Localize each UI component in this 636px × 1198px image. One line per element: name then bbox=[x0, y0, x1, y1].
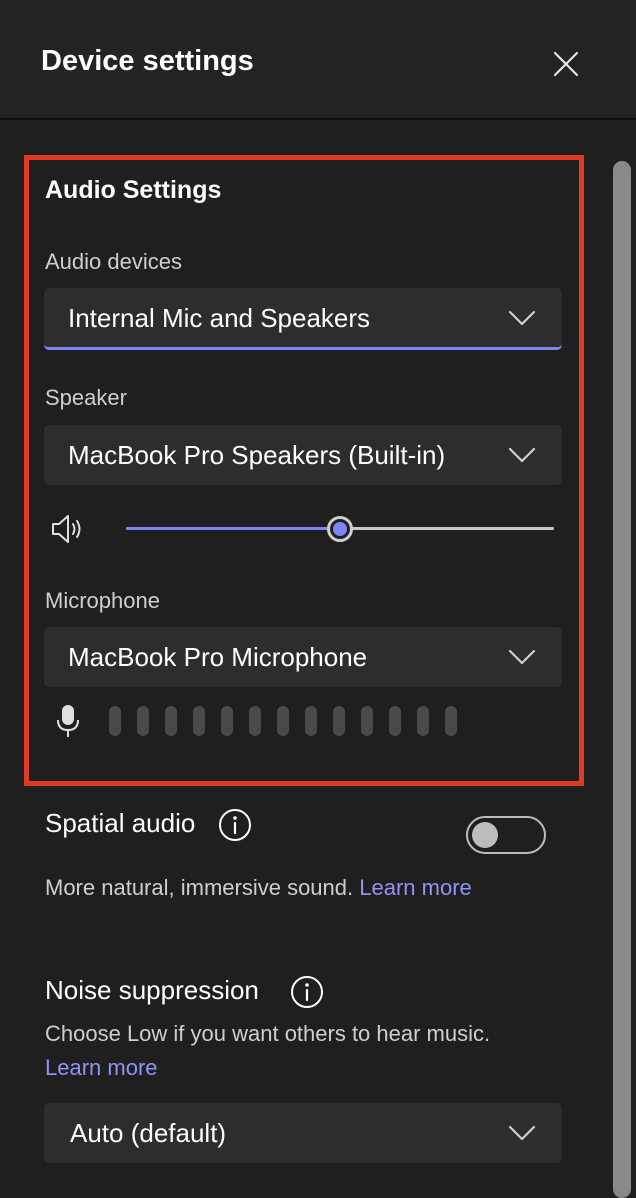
spatial-audio-description: More natural, immersive sound. Learn mor… bbox=[45, 871, 545, 905]
spatial-audio-description-text: More natural, immersive sound. bbox=[45, 875, 354, 900]
spatial-audio-title: Spatial audio bbox=[45, 808, 196, 838]
chevron-down-icon bbox=[508, 1125, 536, 1141]
close-button[interactable] bbox=[548, 46, 584, 82]
spatial-audio-toggle[interactable] bbox=[466, 816, 546, 854]
scrollbar[interactable] bbox=[613, 161, 631, 1198]
chevron-down-icon bbox=[508, 649, 536, 665]
mic-level-bar bbox=[165, 706, 177, 736]
chevron-down-icon bbox=[508, 447, 536, 463]
mic-level-bar bbox=[361, 706, 373, 736]
mic-level-bar bbox=[249, 706, 261, 736]
mic-level-bar bbox=[277, 706, 289, 736]
mic-level-bar bbox=[445, 706, 457, 736]
toggle-knob bbox=[472, 822, 498, 848]
slider-thumb[interactable] bbox=[327, 516, 353, 542]
scrollbar-thumb[interactable] bbox=[613, 161, 631, 1198]
speaker-volume-icon[interactable] bbox=[50, 511, 86, 547]
mic-level-bar bbox=[109, 706, 121, 736]
noise-suppression-description-text: Choose Low if you want others to hear mu… bbox=[45, 1021, 491, 1046]
noise-suppression-value: Auto (default) bbox=[70, 1118, 227, 1148]
microphone-dropdown[interactable]: MacBook Pro Microphone bbox=[44, 627, 562, 687]
audio-settings-title: Audio Settings bbox=[45, 176, 222, 204]
speaker-volume-slider[interactable] bbox=[126, 516, 554, 542]
audio-devices-value: Internal Mic and Speakers bbox=[68, 303, 371, 333]
panel-header: Device settings bbox=[0, 0, 636, 120]
mic-level-bar bbox=[221, 706, 233, 736]
panel-title: Device settings bbox=[41, 45, 254, 77]
chevron-down-icon bbox=[508, 310, 536, 326]
microphone-icon bbox=[57, 705, 79, 737]
noise-suppression-title: Noise suppression bbox=[45, 975, 259, 1005]
info-icon[interactable] bbox=[290, 975, 324, 1009]
speaker-label: Speaker bbox=[45, 385, 127, 410]
close-icon bbox=[553, 51, 579, 77]
microphone-label: Microphone bbox=[45, 588, 160, 613]
info-icon[interactable] bbox=[218, 808, 252, 842]
noise-suppression-learn-more-link[interactable]: Learn more bbox=[45, 1055, 158, 1080]
mic-level-bar bbox=[389, 706, 401, 736]
speaker-value: MacBook Pro Speakers (Built-in) bbox=[68, 440, 446, 470]
noise-suppression-dropdown[interactable]: Auto (default) bbox=[44, 1103, 562, 1163]
noise-suppression-description: Choose Low if you want others to hear mu… bbox=[45, 1017, 515, 1085]
audio-devices-dropdown[interactable]: Internal Mic and Speakers bbox=[44, 288, 562, 350]
mic-level-bar bbox=[417, 706, 429, 736]
mic-level-bar bbox=[333, 706, 345, 736]
speaker-dropdown[interactable]: MacBook Pro Speakers (Built-in) bbox=[44, 425, 562, 485]
mic-level-bar bbox=[305, 706, 317, 736]
mic-level-bar bbox=[137, 706, 149, 736]
spatial-audio-learn-more-link[interactable]: Learn more bbox=[359, 875, 472, 900]
audio-devices-label: Audio devices bbox=[45, 249, 182, 274]
microphone-value: MacBook Pro Microphone bbox=[68, 642, 368, 672]
mic-level-bar bbox=[193, 706, 205, 736]
slider-fill bbox=[126, 527, 340, 530]
